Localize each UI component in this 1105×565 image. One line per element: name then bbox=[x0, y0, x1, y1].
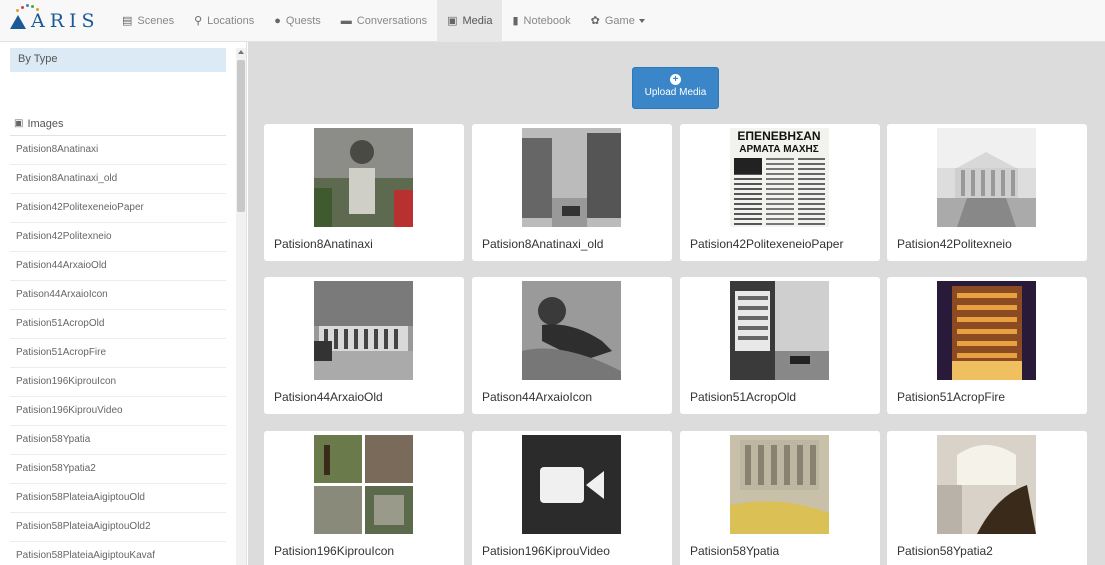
media-thumbnail[interactable] bbox=[522, 281, 621, 380]
media-caption: Patision44ArxaioOld bbox=[274, 390, 383, 404]
newspaper-headline-line-2: ΑΡΜΑΤΑ ΜΑΧΗΣ bbox=[739, 144, 818, 155]
nav-tab-label: Notebook bbox=[523, 14, 571, 27]
nav-tab-label: Game bbox=[604, 14, 635, 27]
media-thumbnail[interactable] bbox=[522, 435, 621, 534]
media-card[interactable]: Patision58Ypatia2 bbox=[887, 431, 1087, 565]
book-icon: ▮ bbox=[512, 15, 519, 27]
picture-icon: ▣ bbox=[447, 15, 458, 27]
nav-tab-label: Scenes bbox=[137, 14, 175, 27]
media-caption: Patision8Anatinaxi_old bbox=[482, 237, 604, 251]
gear-icon: ✿ bbox=[590, 15, 600, 27]
scroll-up-arrow-icon[interactable] bbox=[238, 50, 244, 54]
media-caption: Patision196KiprouIcon bbox=[274, 544, 395, 558]
images-section-title: Images bbox=[27, 117, 64, 130]
sidebar-media-item[interactable]: Patision58Ypatia2 bbox=[10, 455, 226, 484]
sidebar-media-item[interactable]: Patision58PlateiaAigiptouOld bbox=[10, 484, 226, 513]
caret-down-icon bbox=[638, 18, 645, 23]
media-caption: Patision51AcropFire bbox=[897, 390, 1006, 404]
nav-tab-label: Conversations bbox=[356, 14, 428, 27]
sidebar-media-item[interactable]: Patision8Anatinaxi bbox=[10, 136, 226, 165]
media-thumbnail[interactable] bbox=[314, 281, 413, 380]
media-sidebar: By Type ▣ Images Patision8Anatinaxi Patis… bbox=[0, 42, 247, 565]
sidebar-media-item[interactable]: Patision58PlateiaAigiptouOld2 bbox=[10, 513, 226, 542]
media-thumbnail[interactable] bbox=[730, 435, 829, 534]
media-thumbnail[interactable] bbox=[937, 435, 1036, 534]
sidebar-scrollbar[interactable] bbox=[236, 48, 246, 565]
sidebar-media-item[interactable]: Patision58Ypatia bbox=[10, 426, 226, 455]
film-icon: ▤ bbox=[122, 15, 133, 27]
sidebar-media-item[interactable]: Patision42Politexneio bbox=[10, 223, 226, 252]
media-card[interactable]: Patision58Ypatia bbox=[680, 431, 880, 565]
comment-icon: ▬ bbox=[340, 14, 352, 27]
media-card[interactable]: Patision42Politexneio bbox=[887, 124, 1087, 261]
media-card[interactable]: Patision196KiprouVideo bbox=[472, 431, 672, 565]
media-caption: Patision51AcropOld bbox=[690, 390, 797, 404]
sidebar-media-item[interactable]: Patision196KiprouVideo bbox=[10, 397, 226, 426]
media-thumbnail[interactable] bbox=[937, 281, 1036, 380]
logo-dots bbox=[14, 3, 40, 13]
media-card[interactable]: Patision196KiprouIcon bbox=[264, 431, 464, 565]
aris-logo[interactable]: ARIS bbox=[0, 0, 112, 42]
by-type-filter[interactable]: By Type bbox=[10, 48, 226, 72]
nav-tab-label: Quests bbox=[285, 14, 321, 27]
media-caption: Patison44ArxaioIcon bbox=[482, 390, 593, 404]
media-thumbnail[interactable] bbox=[314, 435, 413, 534]
sidebar-media-item[interactable]: Patision58PlateiaAigiptouKavaf bbox=[10, 542, 226, 565]
top-navbar: ARIS ▤ Scenes ⚲ Locations ● Quests ▬ Conversati… bbox=[0, 0, 1105, 42]
media-caption: Patision42PolitexeneioPaper bbox=[690, 237, 844, 251]
plus-circle-icon: + bbox=[670, 74, 681, 85]
sidebar-media-item[interactable]: Patison44ArxaioIcon bbox=[10, 281, 226, 310]
sidebar-media-item[interactable]: Patision51AcropFire bbox=[10, 339, 226, 368]
scrollbar-thumb[interactable] bbox=[237, 60, 245, 212]
media-card[interactable]: Patision51AcropFire bbox=[887, 277, 1087, 414]
sidebar-media-item[interactable]: Patision196KiprouIcon bbox=[10, 368, 226, 397]
media-thumbnail[interactable]: ΕΠΕΝΕΒΗΣΑΝ ΑΡΜΑΤΑ ΜΑΧΗΣ bbox=[730, 128, 829, 227]
nav-tab-label: Media bbox=[462, 14, 493, 27]
media-thumbnail[interactable] bbox=[730, 281, 829, 380]
nav-tab-scenes[interactable]: ▤ Scenes bbox=[112, 0, 184, 42]
media-caption: Patision8Anatinaxi bbox=[274, 237, 373, 251]
media-card[interactable]: Patision44ArxaioOld bbox=[264, 277, 464, 414]
sidebar-media-item[interactable]: Patision8Anatinaxi_old bbox=[10, 165, 226, 194]
exclamation-circle-icon: ● bbox=[274, 14, 281, 27]
nav-tab-conversations[interactable]: ▬ Conversations bbox=[331, 0, 437, 42]
media-card[interactable]: ΕΠΕΝΕΒΗΣΑΝ ΑΡΜΑΤΑ ΜΑΧΗΣ Patision42Politexe… bbox=[680, 124, 880, 261]
nav-tab-game[interactable]: ✿ Game bbox=[581, 0, 655, 42]
nav-tab-label: Locations bbox=[207, 14, 255, 27]
newspaper-headline-line-1: ΕΠΕΝΕΒΗΣΑΝ bbox=[737, 129, 820, 143]
media-thumbnail[interactable] bbox=[937, 128, 1036, 227]
media-caption: Patision42Politexneio bbox=[897, 237, 1012, 251]
media-caption: Patision196KiprouVideo bbox=[482, 544, 610, 558]
picture-icon: ▣ bbox=[14, 118, 24, 129]
media-caption: Patision58Ypatia bbox=[690, 544, 780, 558]
upload-media-button[interactable]: + Upload Media bbox=[632, 67, 719, 109]
media-caption: Patision58Ypatia2 bbox=[897, 544, 993, 558]
media-card[interactable]: Patision8Anatinaxi bbox=[264, 124, 464, 261]
logo-triangle-icon bbox=[10, 14, 26, 29]
nav-tab-locations[interactable]: ⚲ Locations bbox=[184, 0, 264, 42]
sidebar-media-item[interactable]: Patision42PolitexeneioPaper bbox=[10, 194, 226, 223]
nav-tab-media[interactable]: ▣ Media bbox=[437, 0, 503, 42]
brand-name: ARIS bbox=[31, 9, 100, 32]
sidebar-media-item[interactable]: Patision44ArxaioOld bbox=[10, 252, 226, 281]
media-thumbnail[interactable] bbox=[314, 128, 413, 227]
media-thumbnail[interactable] bbox=[522, 128, 621, 227]
nav-tab-notebook[interactable]: ▮ Notebook bbox=[502, 0, 580, 42]
images-section-header: ▣ Images bbox=[10, 112, 226, 136]
nav-tab-quests[interactable]: ● Quests bbox=[264, 0, 331, 42]
map-marker-icon: ⚲ bbox=[194, 15, 203, 27]
sidebar-media-item[interactable]: Patision51AcropOld bbox=[10, 310, 226, 339]
media-card[interactable]: Patision8Anatinaxi_old bbox=[472, 124, 672, 261]
media-card[interactable]: Patision51AcropOld bbox=[680, 277, 880, 414]
media-card[interactable]: Patison44ArxaioIcon bbox=[472, 277, 672, 414]
media-grid-area: + Upload Media Patision8Anatinaxi Patisio… bbox=[248, 42, 1105, 565]
upload-media-label: Upload Media bbox=[644, 87, 707, 98]
